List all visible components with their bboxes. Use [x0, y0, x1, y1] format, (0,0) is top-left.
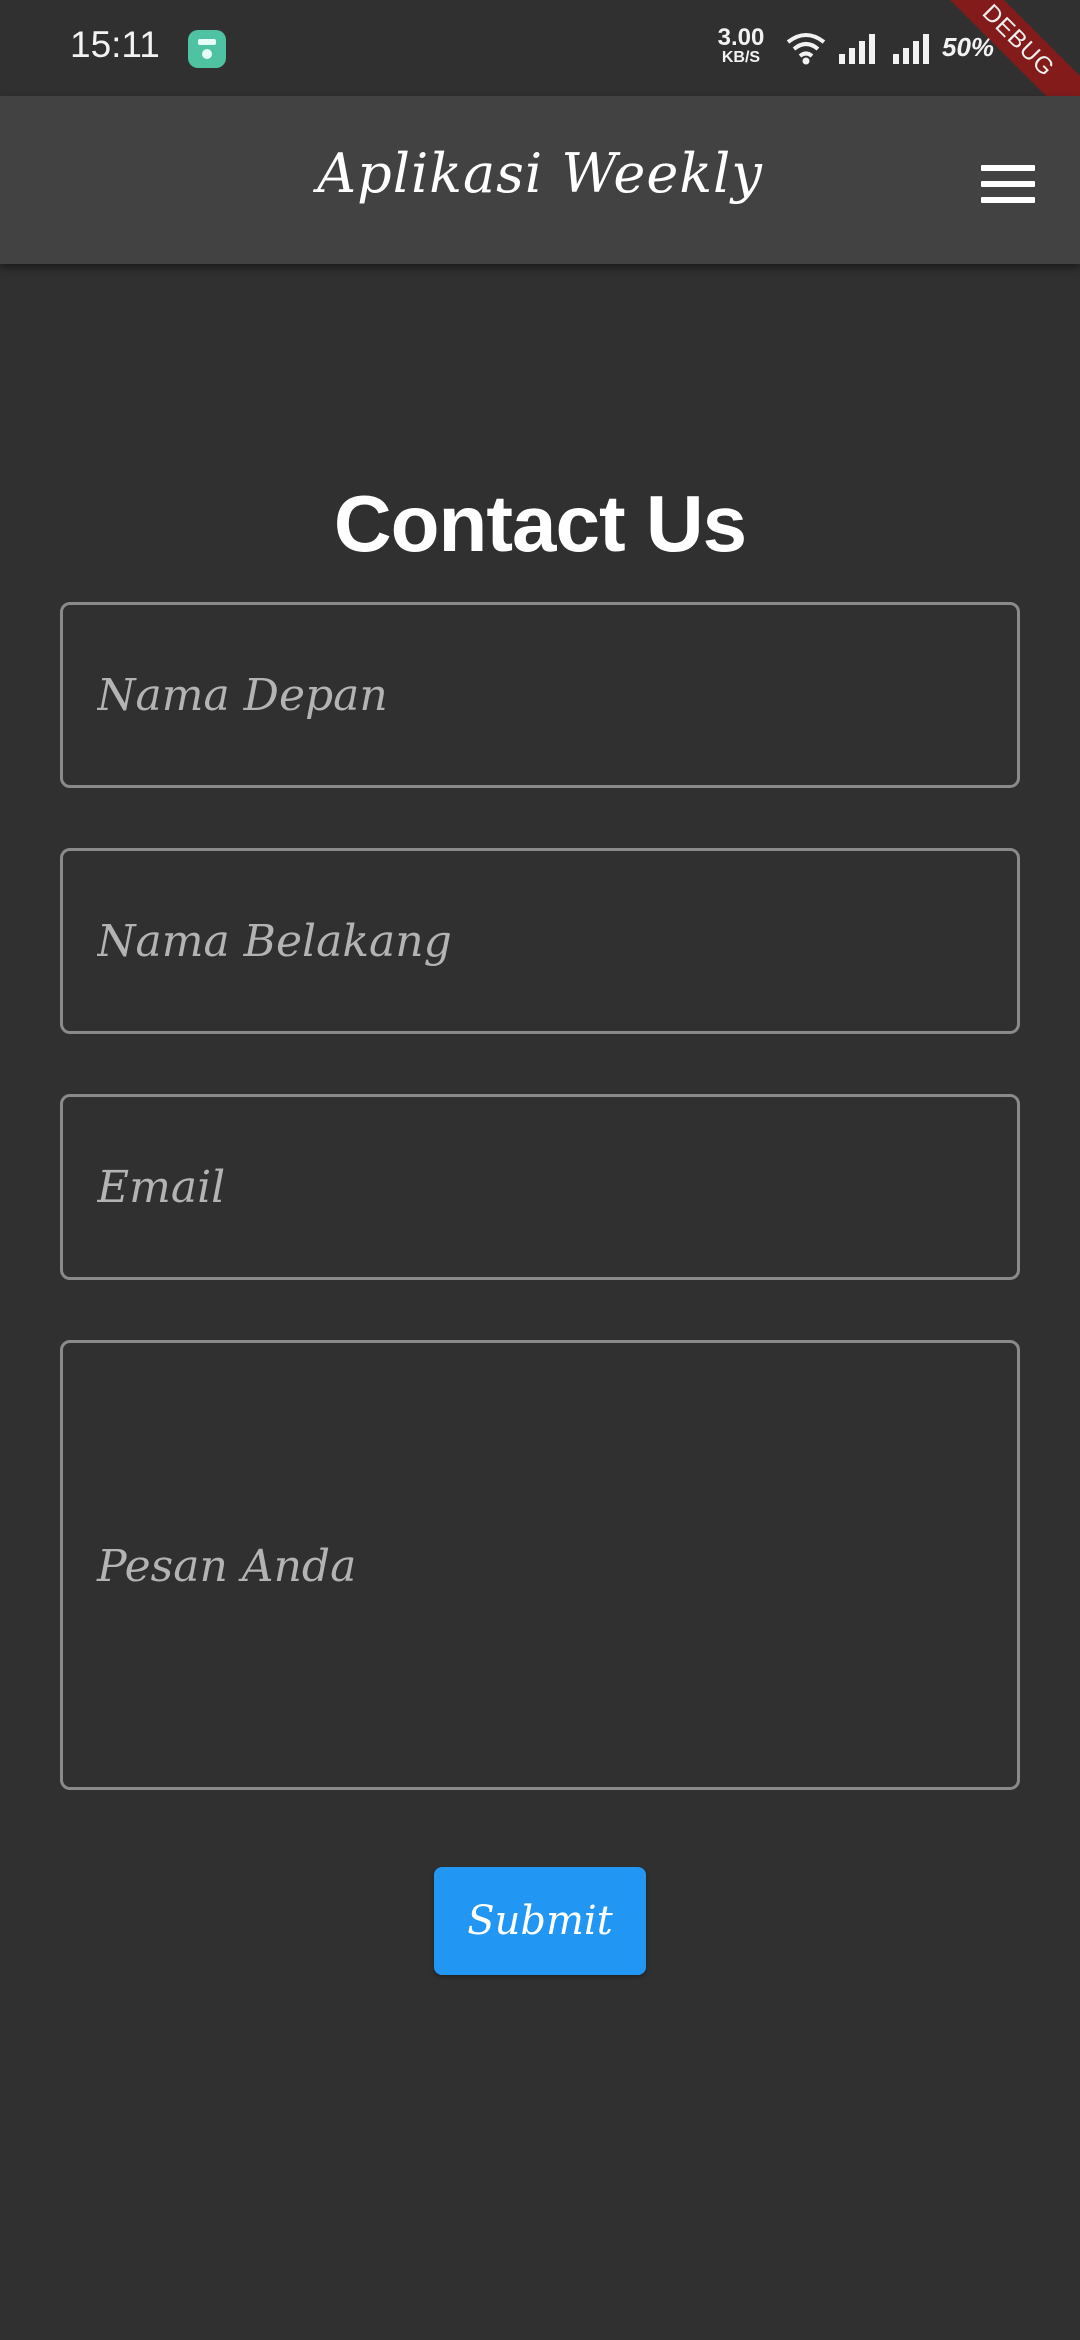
first-name-input[interactable] [63, 605, 1017, 785]
email-field-container [60, 1094, 1020, 1280]
status-time: 15:11 [70, 24, 160, 65]
app-bar: Aplikasi Weekly [0, 96, 1080, 264]
signal-strength-icon-2 [893, 34, 929, 64]
email-input[interactable] [63, 1097, 1017, 1277]
network-speed-unit: KB/S [721, 49, 761, 66]
submit-button[interactable]: Submit [434, 1867, 646, 1975]
network-speed: 3.00 KB/S [712, 26, 770, 66]
signal-strength-icon [839, 34, 875, 64]
wifi-icon [786, 33, 826, 65]
last-name-input[interactable] [63, 851, 1017, 1031]
last-name-field-container [60, 848, 1020, 1034]
message-field-container [60, 1340, 1020, 1790]
app-notification-icon [188, 30, 226, 68]
screen: 15:11 3.00 KB/S 50% DEBUG Aplikasi Weekl… [0, 0, 1080, 2340]
app-title: Aplikasi Weekly [317, 142, 763, 205]
hamburger-menu-icon[interactable] [981, 165, 1035, 203]
message-textarea[interactable] [63, 1343, 1017, 1787]
menu-button[interactable] [970, 156, 1046, 212]
status-bar: 15:11 3.00 KB/S 50% DEBUG [0, 0, 1080, 140]
network-speed-value: 3.00 [717, 24, 765, 51]
page-title: Contact Us [333, 479, 747, 568]
first-name-field-container [60, 602, 1020, 788]
